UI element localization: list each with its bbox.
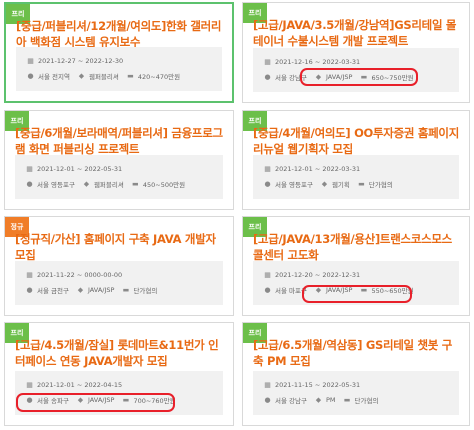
project-date: 2021-11-15 ~ 2022-05-31 [275,380,361,389]
project-title[interactable]: [고급/JAVA/13개월/용산]트랜스코스모스 콜센터 고도화 [253,231,461,263]
money-icon: ▬ [127,71,134,80]
project-info: ▦ 2021-12-01 ~ 2022-05-31 ● 서울 영등포구 ◆ 웹퍼블리… [15,155,223,199]
tag-icon: ◆ [77,285,84,294]
project-pay: 450~500만원 [142,180,186,189]
calendar-icon: ▦ [26,270,33,279]
highlight-annotation [302,285,412,303]
project-info: ▦ 2021-11-22 ~ 0000-00-00 ● 서울 금천구 ◆ JAVA/… [15,261,223,305]
project-pay: 단가협의 [354,396,379,405]
project-date: 2021-12-20 ~ 2022-12-31 [275,270,361,279]
project-pay: 420~470만원 [137,72,181,81]
pin-icon: ● [27,71,34,80]
project-skill: 웹퍼블리셔 [88,72,119,81]
calendar-icon: ▦ [26,380,33,389]
project-title[interactable]: [고급/6.5개월/역삼동] GS리테일 챗봇 구축 PM 모집 [253,337,461,369]
project-title[interactable]: [중급/6개월/보라매역/퍼블리셔] 금융프로그램 화면 퍼블리싱 프로젝트 [15,125,225,157]
tag-icon: ◆ [321,179,328,188]
pin-icon: ● [264,285,271,294]
project-location: 서울 영등포구 [37,180,75,189]
pin-icon: ● [26,179,33,188]
project-title[interactable]: [중급/4개월/여의도] OO투자증권 홈페이지 리뉴얼 웹기획자 모집 [253,125,461,157]
project-date: 2021-12-01 ~ 2022-05-31 [37,164,123,173]
money-icon: ▬ [343,395,351,404]
highlight-annotation [300,68,418,86]
project-date: 2021-12-01 ~ 2022-03-31 [275,164,361,173]
project-info: ▦ 2021-12-27 ~ 2022-12-30 ● 서울 전지역 ◆ 웹퍼블리셔… [16,47,222,91]
project-skill: 웹퍼블리셔 [93,180,124,189]
pin-icon: ● [264,395,271,404]
project-card[interactable]: 프리 [고급/JAVA/3.5개월/강남역]GS리테일 몰테이너 수불시스템 개… [242,2,470,103]
calendar-icon: ▦ [26,164,33,173]
project-card[interactable]: 정규 [정규직/가산] 홈페이지 구축 JAVA 개발자 모집 ▦ 2021-1… [4,216,234,316]
money-icon: ▬ [122,285,130,294]
project-card[interactable]: 프리 [중급/퍼블리셔/12개월/여의도]한화 갤러리아 백화점 시스템 유지보… [4,2,234,103]
project-skill: PM [325,395,336,404]
project-location: 서울 전지역 [38,72,70,81]
calendar-icon: ▦ [264,270,271,279]
project-info: ▦ 2021-12-01 ~ 2022-03-31 ● 서울 영등포구 ◆ 웹기획 … [253,155,459,199]
calendar-icon: ▦ [264,164,271,173]
pin-icon: ● [264,179,271,188]
money-icon: ▬ [358,179,365,188]
money-icon: ▬ [132,179,139,188]
project-title[interactable]: [고급/JAVA/3.5개월/강남역]GS리테일 몰테이너 수불시스템 개발 프… [253,17,461,49]
project-location: 서울 강남구 [275,396,307,405]
project-card[interactable]: 프리 [고급/6.5개월/역삼동] GS리테일 챗봇 구축 PM 모집 ▦ 20… [242,322,470,426]
pin-icon: ● [26,285,33,294]
project-skill: JAVA/JSP [87,285,115,294]
project-info: ▦ 2021-11-15 ~ 2022-05-31 ● 서울 강남구 ◆ PM ▬ 단… [253,371,459,415]
project-skill: 웹기획 [331,180,350,189]
project-date: 2021-12-27 ~ 2022-12-30 [38,56,124,65]
project-date: 2021-12-01 ~ 2022-04-15 [37,380,123,389]
project-card[interactable]: 프리 [중급/6개월/보라매역/퍼블리셔] 금융프로그램 화면 퍼블리싱 프로젝… [4,110,234,210]
project-title[interactable]: [중급/퍼블리셔/12개월/여의도]한화 갤러리아 백화점 시스템 유지보수 [16,18,224,50]
project-date: 2021-12-16 ~ 2022-03-31 [275,57,361,66]
tag-icon: ◆ [78,71,85,80]
project-location: 서울 영등포구 [275,180,313,189]
tag-icon: ◆ [83,179,90,188]
highlight-annotation [16,393,175,412]
calendar-icon: ▦ [264,57,271,66]
pin-icon: ● [264,72,271,81]
project-title[interactable]: [정규직/가산] 홈페이지 구축 JAVA 개발자 모집 [15,231,225,263]
tag-icon: ◆ [315,395,322,404]
project-date: 2021-11-22 ~ 0000-00-00 [37,270,123,279]
project-pay: 단가협의 [368,180,393,189]
calendar-icon: ▦ [264,380,271,389]
calendar-icon: ▦ [27,56,34,65]
project-card[interactable]: 프리 [중급/4개월/여의도] OO투자증권 홈페이지 리뉴얼 웹기획자 모집 … [242,110,470,210]
project-pay: 단가협의 [133,286,158,295]
project-title[interactable]: [고급/4.5개월/잠실] 롯데마트&11번가 인터페이스 연동 JAVA개발자… [15,337,225,369]
project-location: 서울 금천구 [37,286,69,295]
